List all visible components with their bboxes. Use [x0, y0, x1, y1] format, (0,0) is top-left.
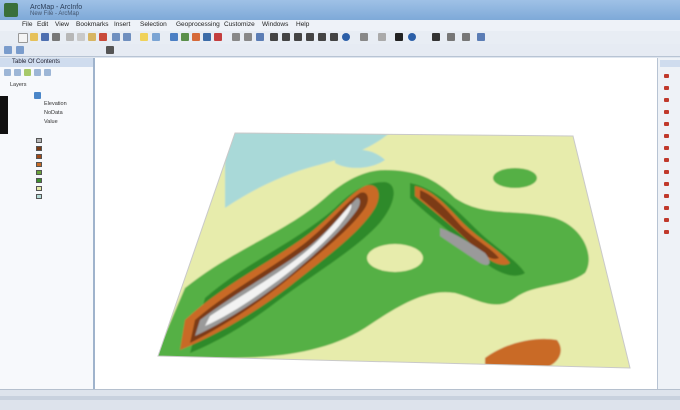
cut-icon[interactable] — [66, 33, 74, 41]
forward-icon[interactable] — [318, 33, 326, 41]
select-icon[interactable] — [330, 33, 338, 41]
catalog-item-icon[interactable] — [664, 182, 669, 186]
window-subtitle: New File - ArcMap — [30, 11, 80, 17]
catalog-item-icon[interactable] — [664, 122, 669, 126]
print-icon[interactable] — [52, 33, 60, 41]
list-by-selection-icon[interactable] — [34, 69, 41, 76]
redo-icon[interactable] — [123, 33, 131, 41]
window-title: ArcMap - ArcInfo — [30, 4, 83, 11]
measure-icon[interactable] — [360, 33, 368, 41]
list-by-source-icon[interactable] — [14, 69, 21, 76]
layer-icon[interactable] — [4, 46, 12, 54]
editor-icon[interactable] — [152, 33, 160, 41]
zoom-in-icon[interactable] — [232, 33, 240, 41]
title-bar: ArcMap - ArcInfo New File - ArcMap — [0, 0, 680, 20]
save-icon[interactable] — [41, 33, 49, 41]
legend-swatch — [36, 154, 42, 159]
html-popup-icon[interactable] — [462, 33, 470, 41]
tools-icon[interactable] — [477, 33, 485, 41]
menu-bookmarks[interactable]: Bookmarks — [76, 21, 109, 28]
menu-view[interactable]: View — [55, 21, 69, 28]
menu-help[interactable]: Help — [296, 21, 309, 28]
binoculars-icon[interactable] — [432, 33, 440, 41]
options-icon[interactable] — [44, 69, 51, 76]
globe-icon[interactable] — [342, 33, 350, 41]
table-icon[interactable] — [170, 33, 178, 41]
catalog-item-icon[interactable] — [664, 110, 669, 114]
copy-icon[interactable] — [77, 33, 85, 41]
layer-visibility-checkbox[interactable] — [34, 92, 41, 99]
catalog-item-icon[interactable] — [664, 218, 669, 222]
menu-selection[interactable]: Selection — [140, 21, 167, 28]
fixed-zoom-in-icon[interactable] — [282, 33, 290, 41]
menu-file[interactable]: File — [22, 21, 32, 28]
python-icon[interactable] — [203, 33, 211, 41]
toc-layers-label[interactable]: Layers — [10, 82, 27, 88]
legend-swatch — [36, 138, 42, 143]
add-data-icon[interactable] — [140, 33, 148, 41]
model-icon[interactable] — [214, 33, 222, 41]
arcmap-app-icon — [4, 3, 18, 17]
time-slider-icon[interactable] — [447, 33, 455, 41]
find-icon[interactable] — [378, 33, 386, 41]
catalog-item-icon[interactable] — [664, 98, 669, 102]
paste-icon[interactable] — [88, 33, 96, 41]
identify-icon[interactable] — [395, 33, 403, 41]
catalog-item-icon[interactable] — [664, 170, 669, 174]
legend-swatch — [36, 178, 42, 183]
list-by-drawing-order-icon[interactable] — [4, 69, 11, 76]
catalog-item-icon[interactable] — [664, 158, 669, 162]
toc-elevation-label[interactable]: Elevation — [44, 101, 67, 107]
legend-swatch — [36, 186, 42, 191]
catalog-item-icon[interactable] — [664, 74, 669, 78]
open-icon[interactable] — [30, 33, 38, 41]
toc-value-label: Value — [44, 119, 58, 125]
zoom-out-icon[interactable] — [244, 33, 252, 41]
window-edge — [0, 96, 8, 134]
catalog-icon[interactable] — [181, 33, 189, 41]
search-icon[interactable] — [192, 33, 200, 41]
toc-nodata-label: NoData — [44, 110, 63, 116]
tools-toolbar — [0, 44, 680, 98]
status-text — [0, 396, 680, 400]
catalog-item-icon[interactable] — [664, 206, 669, 210]
legend-swatch — [36, 162, 42, 167]
catalog-item-icon[interactable] — [664, 146, 669, 150]
menu-geoprocessing[interactable]: Geoprocessing — [176, 21, 220, 28]
map-display[interactable] — [95, 58, 657, 389]
editor-toolbar-icon[interactable] — [16, 46, 24, 54]
full-extent-icon[interactable] — [270, 33, 278, 41]
catalog-item-icon[interactable] — [664, 230, 669, 234]
list-by-visibility-icon[interactable] — [24, 69, 31, 76]
catalog-item-icon[interactable] — [664, 194, 669, 198]
fixed-zoom-out-icon[interactable] — [294, 33, 302, 41]
pan-icon[interactable] — [256, 33, 264, 41]
toc-title: Table Of Contents — [0, 58, 93, 67]
menu-customize[interactable]: Customize — [224, 21, 255, 28]
catalog-item-icon[interactable] — [664, 86, 669, 90]
standard-toolbar — [0, 31, 680, 45]
menu-edit[interactable]: Edit — [37, 21, 48, 28]
catalog-item-icon[interactable] — [664, 134, 669, 138]
table-of-contents: Table Of Contents Layers Elevation NoDat… — [0, 58, 95, 389]
chevron-down-icon[interactable] — [106, 46, 114, 54]
delete-icon[interactable] — [99, 33, 107, 41]
new-icon[interactable] — [18, 33, 28, 43]
legend-swatch — [36, 170, 42, 175]
back-icon[interactable] — [306, 33, 314, 41]
catalog-panel — [657, 58, 680, 389]
terrain-3d-view[interactable] — [95, 58, 657, 389]
menu-insert[interactable]: Insert — [114, 21, 130, 28]
status-bar — [0, 389, 680, 410]
undo-icon[interactable] — [112, 33, 120, 41]
legend-swatch — [36, 194, 42, 199]
menu-windows[interactable]: Windows — [262, 21, 288, 28]
hyperlink-icon[interactable] — [408, 33, 416, 41]
legend-swatch — [36, 146, 42, 151]
catalog-panel-title — [660, 60, 680, 67]
